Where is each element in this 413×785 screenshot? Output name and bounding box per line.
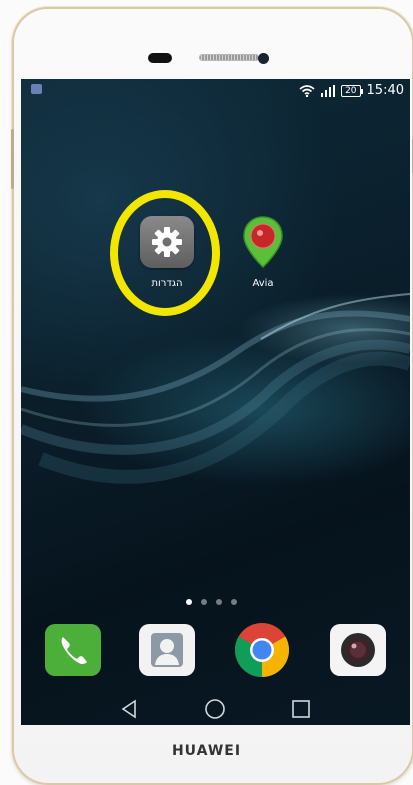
dock-phone[interactable]	[45, 624, 101, 676]
contacts-icon	[139, 624, 195, 676]
camera-icon	[330, 624, 386, 676]
navigation-bar	[21, 691, 410, 725]
home-icon	[205, 699, 225, 719]
map-pin-icon	[243, 216, 283, 269]
battery-icon: 20	[341, 84, 364, 97]
home-button[interactable]	[201, 695, 229, 723]
page-dot[interactable]	[216, 599, 222, 605]
earpiece-speaker	[199, 54, 259, 61]
dock-camera[interactable]	[330, 624, 386, 676]
back-icon	[121, 699, 136, 719]
signal-icon	[321, 84, 336, 97]
phone-icon	[45, 624, 101, 676]
front-camera	[258, 53, 269, 64]
page-dot[interactable]	[186, 599, 192, 605]
wifi-icon	[299, 84, 315, 97]
highlight-circle	[110, 190, 220, 316]
brand-logo: HUAWEI	[171, 743, 242, 759]
recents-button[interactable]	[287, 695, 315, 723]
back-button[interactable]	[116, 695, 144, 723]
chrome-icon	[234, 623, 290, 678]
status-bar: 20 15:40	[21, 79, 410, 103]
app-label: Avia	[252, 278, 274, 289]
page-dot[interactable]	[201, 599, 207, 605]
volume-key	[11, 129, 14, 189]
dock-contacts[interactable]	[139, 624, 195, 676]
page-indicator	[186, 599, 237, 605]
page-dot[interactable]	[231, 599, 237, 605]
recents-icon	[292, 700, 310, 718]
status-time: 15:40	[366, 83, 404, 98]
notification-icon	[31, 84, 42, 94]
app-avia[interactable]: Avia	[228, 216, 298, 289]
home-screen: 20 15:40 הגדרות Avia	[21, 79, 410, 725]
dock-chrome[interactable]	[234, 623, 290, 678]
proximity-sensor	[148, 53, 172, 63]
